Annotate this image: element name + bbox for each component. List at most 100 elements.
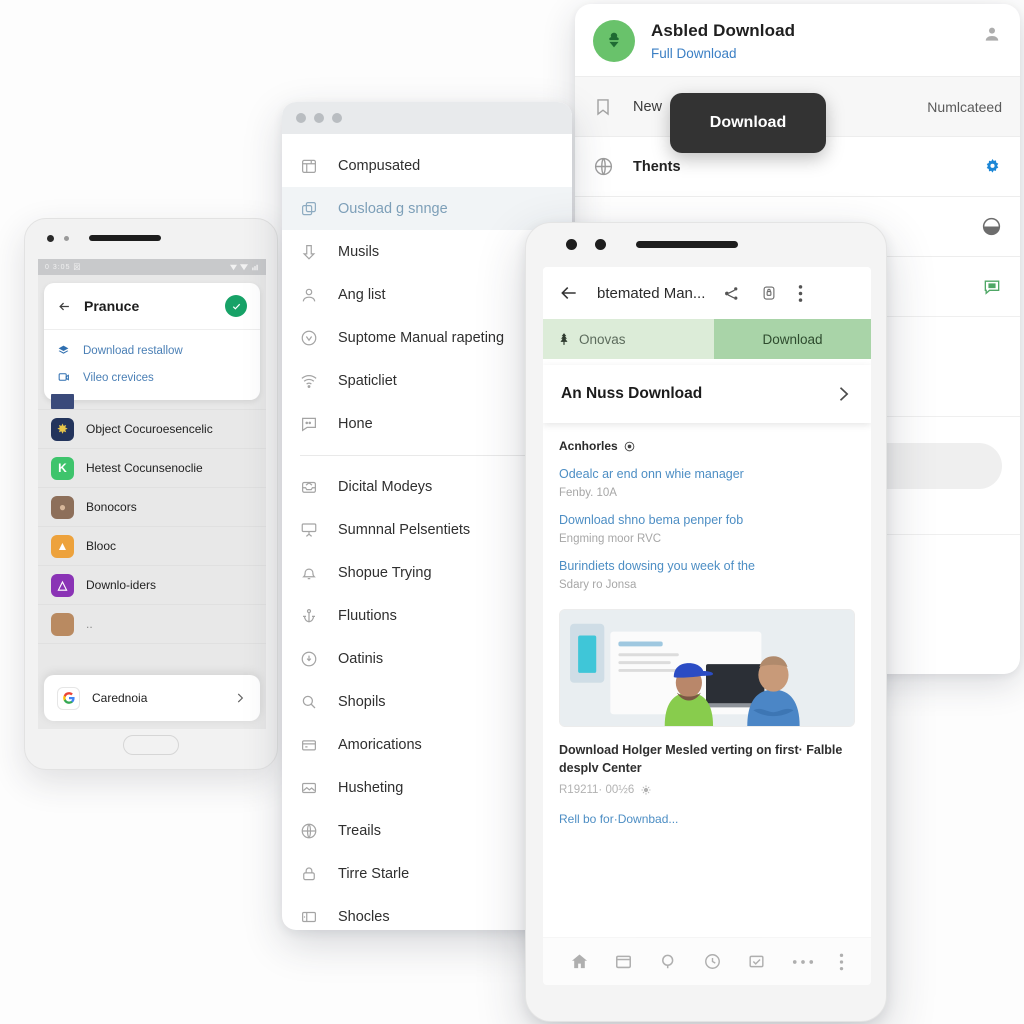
menu-item-label: Oatinis xyxy=(338,650,384,667)
chat-icon xyxy=(300,415,338,433)
home-button[interactable] xyxy=(123,735,179,755)
article-meta: R19211· 00½6 xyxy=(559,784,855,796)
menu-item-ousload[interactable]: Ousload g snnge xyxy=(282,187,572,230)
share-icon[interactable] xyxy=(723,285,740,302)
left-phone-links: Download restallow Vileo crevices xyxy=(44,329,260,400)
left-phone-bezel-top xyxy=(25,219,277,257)
center-phone-mockup: btemated Man... Onovas Download An Nuss … xyxy=(525,222,887,1022)
list-item-label: .. xyxy=(86,617,93,631)
menu-item-label: Tirre Starle xyxy=(338,865,410,882)
back-arrow-icon[interactable] xyxy=(559,283,579,303)
comment-green-icon[interactable] xyxy=(982,277,1002,297)
center-phone-screen: btemated Man... Onovas Download An Nuss … xyxy=(543,267,871,985)
chevron-right-icon[interactable] xyxy=(233,691,247,705)
window-minimize-dot[interactable] xyxy=(314,113,324,123)
sensor-icon xyxy=(595,238,606,250)
download-banner[interactable]: An Nuss Download xyxy=(543,365,871,423)
list-item[interactable] xyxy=(38,394,266,410)
home-icon[interactable] xyxy=(570,952,589,971)
right-window-subtitle-link[interactable]: Full Download xyxy=(651,46,982,61)
list-item[interactable]: Burindiets dowsing you week of the Sdary… xyxy=(559,558,855,591)
window-close-dot[interactable] xyxy=(296,113,306,123)
image-icon xyxy=(300,779,338,797)
left-phone-link-download[interactable]: Download restallow xyxy=(44,337,260,364)
search-icon[interactable] xyxy=(659,952,678,971)
list-item-label: Object Cocuroesencelic xyxy=(86,422,213,436)
inbox-icon xyxy=(300,478,338,496)
tab-label: Onovas xyxy=(579,331,626,347)
status-bar: 0 3:05 図 xyxy=(38,259,266,275)
list-item[interactable]: Download shno bema penper fob Engming mo… xyxy=(559,512,855,545)
clock-icon[interactable] xyxy=(703,952,722,971)
list-item-link[interactable]: Odealc ar end onn whie manager xyxy=(559,466,855,483)
video-icon xyxy=(57,371,83,384)
tooltip-label: Download xyxy=(709,114,787,131)
left-phone-bottom-label: Carednoia xyxy=(92,691,148,705)
list-item[interactable]: K Hetest Cocunsenoclie xyxy=(38,449,266,488)
download-tooltip: Download xyxy=(670,93,826,153)
tab-download[interactable]: Download xyxy=(714,319,871,359)
right-window-titles: Asbled Download Full Download xyxy=(651,20,982,61)
list-item[interactable]: ● Bonocors xyxy=(38,488,266,527)
app-glyph: ● xyxy=(58,500,67,514)
menu-item-label: Hone xyxy=(338,415,373,432)
list-item-link[interactable]: Burindiets dowsing you week of the xyxy=(559,558,855,575)
archive-icon xyxy=(300,736,338,754)
download-banner-label: An Nuss Download xyxy=(561,385,703,402)
info-icon[interactable] xyxy=(624,441,635,452)
layers-icon xyxy=(57,344,83,357)
list-item[interactable]: .. xyxy=(38,605,266,644)
status-bar-clock: 0 3:05 図 xyxy=(45,264,82,271)
left-phone-bottom-card[interactable]: Carednoia xyxy=(44,675,260,721)
check-icon[interactable] xyxy=(225,295,247,317)
chevron-right-icon[interactable] xyxy=(833,384,853,404)
tree-icon xyxy=(557,332,571,346)
article-thumbnail[interactable] xyxy=(559,608,855,727)
download-arrow-icon xyxy=(300,243,338,261)
contrast-icon[interactable] xyxy=(981,216,1002,237)
app-icon: ● xyxy=(51,495,74,519)
section-title-label: Acnhorles xyxy=(559,439,618,453)
gear-blue-icon[interactable] xyxy=(983,157,1002,176)
window-maximize-dot[interactable] xyxy=(332,113,342,123)
person-icon[interactable] xyxy=(982,20,1002,49)
app-glyph: ▲ xyxy=(56,539,69,553)
list-item[interactable]: ▲ Blooc xyxy=(38,527,266,566)
menu-divider xyxy=(300,455,554,456)
menu-item-compusated[interactable]: Compusated xyxy=(282,144,572,187)
right-window-row-label: New xyxy=(633,98,663,115)
tab-label: Download xyxy=(762,331,823,347)
right-window-header: Asbled Download Full Download xyxy=(575,4,1020,76)
list-item[interactable]: ✸ Object Cocuroesencelic xyxy=(38,410,266,449)
camera-icon xyxy=(47,234,54,242)
app-bar: btemated Man... xyxy=(543,267,871,319)
bottom-navigation-bar xyxy=(543,937,871,985)
list-item-link[interactable]: Download shno bema penper fob xyxy=(559,512,855,529)
lock-badge-icon[interactable] xyxy=(760,284,778,302)
section-title: Acnhorles xyxy=(559,439,855,453)
bell-icon xyxy=(300,564,338,582)
center-phone-content: Acnhorles Odealc ar end onn whie manager… xyxy=(543,423,871,826)
back-arrow-icon[interactable] xyxy=(57,299,72,314)
checkbox-icon[interactable] xyxy=(747,952,766,971)
list-item[interactable]: Odealc ar end onn whie manager Fenby. 10… xyxy=(559,466,855,499)
list-item-label: Bonocors xyxy=(86,500,137,514)
sun-icon xyxy=(641,785,651,795)
list-item[interactable]: △ Downlo-iders xyxy=(38,566,266,605)
list-item-subtitle: Sdary ro Jonsa xyxy=(559,578,637,591)
app-icon xyxy=(51,394,74,409)
menu-item-label: Suptome Manual rapeting xyxy=(338,329,505,346)
center-phone-bezel-top xyxy=(526,223,886,265)
read-more-link[interactable]: Rell bo for·Downbad... xyxy=(559,812,855,826)
right-window-row-right-label: Numlcateed xyxy=(927,98,1002,115)
menu-item-label: Shocles xyxy=(338,908,390,925)
left-phone-link-video[interactable]: Vileo crevices xyxy=(44,364,260,391)
bookmark-icon xyxy=(593,97,633,117)
ellipsis-icon[interactable] xyxy=(792,959,814,965)
more-vertical-icon[interactable] xyxy=(839,952,844,972)
left-phone-mockup: 0 3:05 図 Pranuce Download restallow Vile… xyxy=(24,218,278,770)
tab-onovas[interactable]: Onovas xyxy=(543,319,714,359)
menu-item-label: Fluutions xyxy=(338,607,397,624)
window-icon[interactable] xyxy=(614,952,633,971)
more-vertical-icon[interactable] xyxy=(798,284,803,303)
